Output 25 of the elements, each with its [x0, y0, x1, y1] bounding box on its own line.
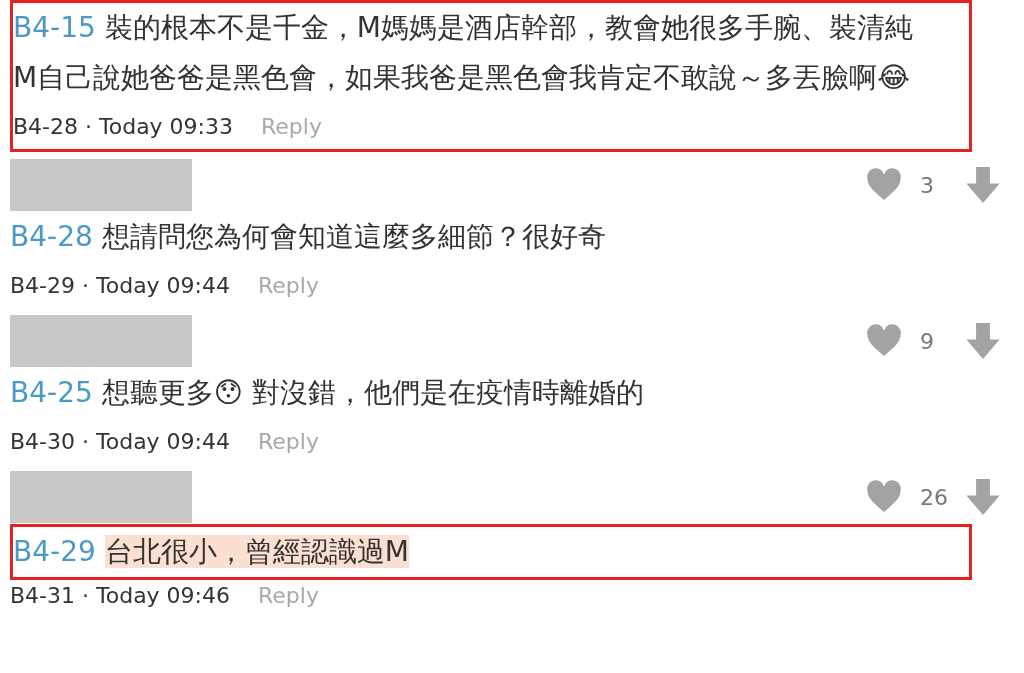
comment-text: B4-29 台北很小，曾經認識過M [13, 534, 410, 570]
floor-link[interactable]: B4-25 [10, 376, 93, 409]
reply-link[interactable]: Reply [258, 428, 319, 454]
floor-link[interactable]: B4-29 [13, 535, 96, 568]
comment-meta: B4-29 · Today 09:44 [10, 272, 231, 298]
like-count: 3 [919, 172, 935, 198]
heart-icon[interactable] [866, 480, 902, 514]
reply-link[interactable]: Reply [258, 582, 319, 608]
heart-icon[interactable] [866, 324, 902, 358]
comment-meta: B4-30 · Today 09:44 [10, 428, 231, 454]
reply-link[interactable]: Reply [258, 272, 319, 298]
comment-meta: B4-28 · Today 09:33 [13, 113, 234, 139]
comment-text: B4-28 想請問您為何會知道這麼多細節？很好奇 [10, 219, 607, 255]
heart-icon[interactable] [866, 168, 902, 202]
comment-meta: B4-31 · Today 09:46 [10, 582, 231, 608]
down-arrow-icon[interactable] [966, 479, 1000, 515]
like-count: 9 [919, 328, 935, 354]
down-arrow-icon[interactable] [966, 323, 1000, 359]
like-count: 26 [919, 484, 949, 510]
comment-text: B4-25 想聽更多😯 對沒錯，他們是在疫情時離婚的 [10, 375, 645, 411]
floor-link[interactable]: B4-15 [13, 11, 96, 44]
reply-link[interactable]: Reply [261, 113, 322, 139]
comment-text: B4-15 裝的根本不是千金，M媽媽是酒店幹部，教會她很多手腕、裝清純 M自己說她爸爸是黑色會，如果我爸是黑色會我肯定不敢說～多丟臉啊😂 [13, 10, 914, 96]
down-arrow-icon[interactable] [966, 167, 1000, 203]
floor-link[interactable]: B4-28 [10, 220, 93, 253]
